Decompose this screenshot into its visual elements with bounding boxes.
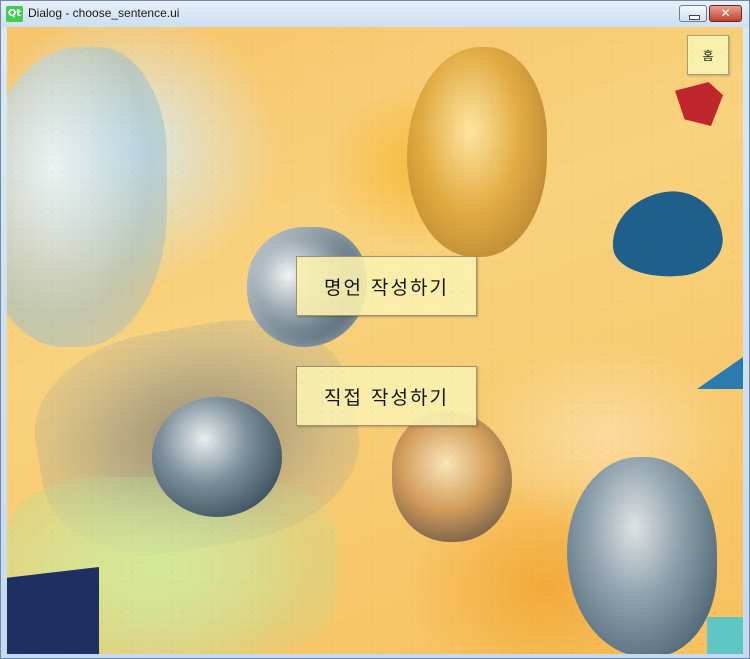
window-title: Dialog - choose_sentence.ui — [28, 6, 180, 20]
home-button[interactable]: 홈 — [687, 35, 729, 75]
background-red-shape — [675, 82, 723, 126]
title-bar[interactable]: Qt Dialog - choose_sentence.ui — [1, 1, 749, 27]
dialog-window: Qt Dialog - choose_sentence.ui 홈 명언 작성하기… — [0, 0, 750, 659]
minimize-button[interactable] — [679, 5, 707, 22]
write-quote-button[interactable]: 명언 작성하기 — [296, 256, 477, 316]
background-blue-cap-shape — [607, 186, 727, 283]
background-navy-block — [7, 567, 99, 654]
background-dark-blob — [152, 397, 282, 517]
background-silver-blob — [567, 457, 717, 654]
background-amber-blob — [407, 47, 547, 257]
close-button[interactable] — [709, 5, 742, 22]
background-teal-block — [707, 617, 743, 654]
background-glass-shape — [7, 47, 167, 347]
write-directly-button[interactable]: 직접 작성하기 — [296, 366, 477, 426]
background-bronze-blob — [392, 412, 512, 542]
qt-app-icon: Qt — [6, 6, 23, 22]
dialog-content: 홈 명언 작성하기 직접 작성하기 — [7, 27, 743, 654]
